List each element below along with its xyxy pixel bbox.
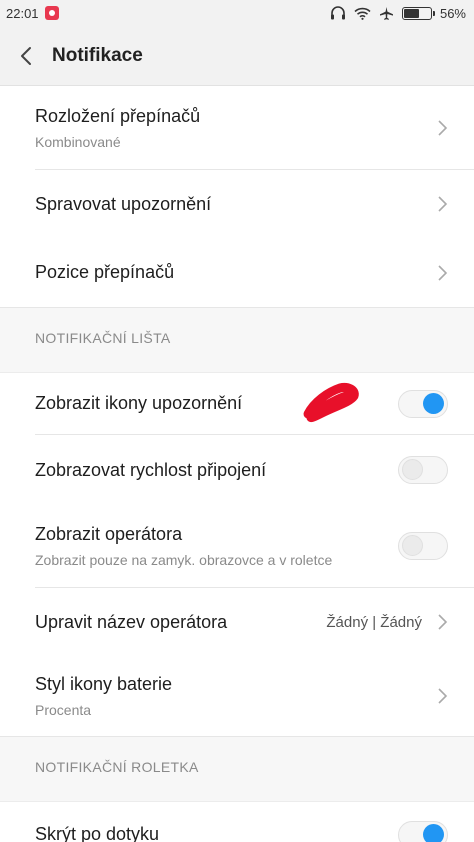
row-value: Žádný | Žádný [326, 613, 422, 631]
settings-group: Rozložení přepínačů Kombinované Spravova… [0, 86, 474, 307]
row-show-notification-icons[interactable]: Zobrazit ikony upozornění [0, 373, 474, 434]
tiktok-icon [44, 6, 59, 20]
chevron-right-icon [438, 264, 448, 281]
toggle-switch[interactable] [398, 456, 448, 484]
row-show-carrier[interactable]: Zobrazit operátora Zobrazit pouze na zam… [0, 505, 474, 587]
row-label: Skrýt po dotyku [35, 824, 160, 842]
airplane-icon [379, 6, 393, 20]
section-header-notification-shade: NOTIFIKAČNÍ ROLETKA [0, 736, 474, 802]
row-switch-position[interactable]: Pozice přepínačů [0, 238, 474, 307]
battery-percent: 56% [439, 5, 466, 21]
toggle-switch[interactable] [398, 389, 448, 418]
row-sublabel: Procenta [35, 702, 92, 718]
battery-icon [401, 6, 435, 20]
page-title: Notifikace [52, 44, 143, 66]
row-sublabel: Kombinované [35, 133, 121, 150]
row-label: Styl ikony baterie [35, 674, 173, 694]
back-arrow-icon [21, 46, 31, 65]
row-edit-carrier-name[interactable]: Upravit název operátora Žádný | Žádný [0, 588, 474, 656]
row-manage-notifications[interactable]: Spravovat upozornění [0, 170, 474, 238]
settings-group: Zobrazit ikony upozornění Zobrazovat ryc… [0, 373, 474, 736]
section-header-notification-bar: NOTIFIKAČNÍ LIŠTA [0, 307, 474, 373]
row-switch-layout[interactable]: Rozložení přepínačů Kombinované [0, 86, 474, 169]
settings-group: Skrýt po dotyku [0, 802, 474, 842]
row-sublabel: Zobrazit pouze na zamyk. obrazovce a v r… [35, 552, 333, 568]
wifi-icon [354, 7, 371, 20]
row-label: Zobrazit ikony upozornění [35, 393, 243, 413]
row-show-connection-speed[interactable]: Zobrazovat rychlost připojení [0, 435, 474, 505]
chevron-right-icon [438, 688, 448, 704]
row-label: Upravit název operátora [35, 611, 228, 632]
chevron-right-icon [438, 119, 448, 136]
chevron-right-icon [438, 614, 448, 630]
row-label: Zobrazit operátora [35, 524, 183, 544]
row-label: Rozložení přepínačů [35, 105, 201, 126]
row-label: Pozice přepínačů [35, 262, 175, 282]
toggle-switch[interactable] [398, 532, 448, 560]
status-time: 22:01 [6, 5, 39, 21]
back-button[interactable] [0, 26, 52, 86]
title-bar: Notifikace [0, 26, 474, 86]
row-hide-on-touch[interactable]: Skrýt po dotyku [0, 802, 474, 842]
row-battery-icon-style[interactable]: Styl ikony baterie Procenta [0, 656, 474, 736]
row-label: Zobrazovat rychlost připojení [35, 459, 267, 480]
toggle-switch[interactable] [398, 820, 448, 842]
status-bar: 22:01 56% [0, 0, 474, 26]
headphones-icon [330, 6, 345, 20]
chevron-right-icon [438, 196, 448, 212]
row-label: Spravovat upozornění [35, 193, 212, 214]
